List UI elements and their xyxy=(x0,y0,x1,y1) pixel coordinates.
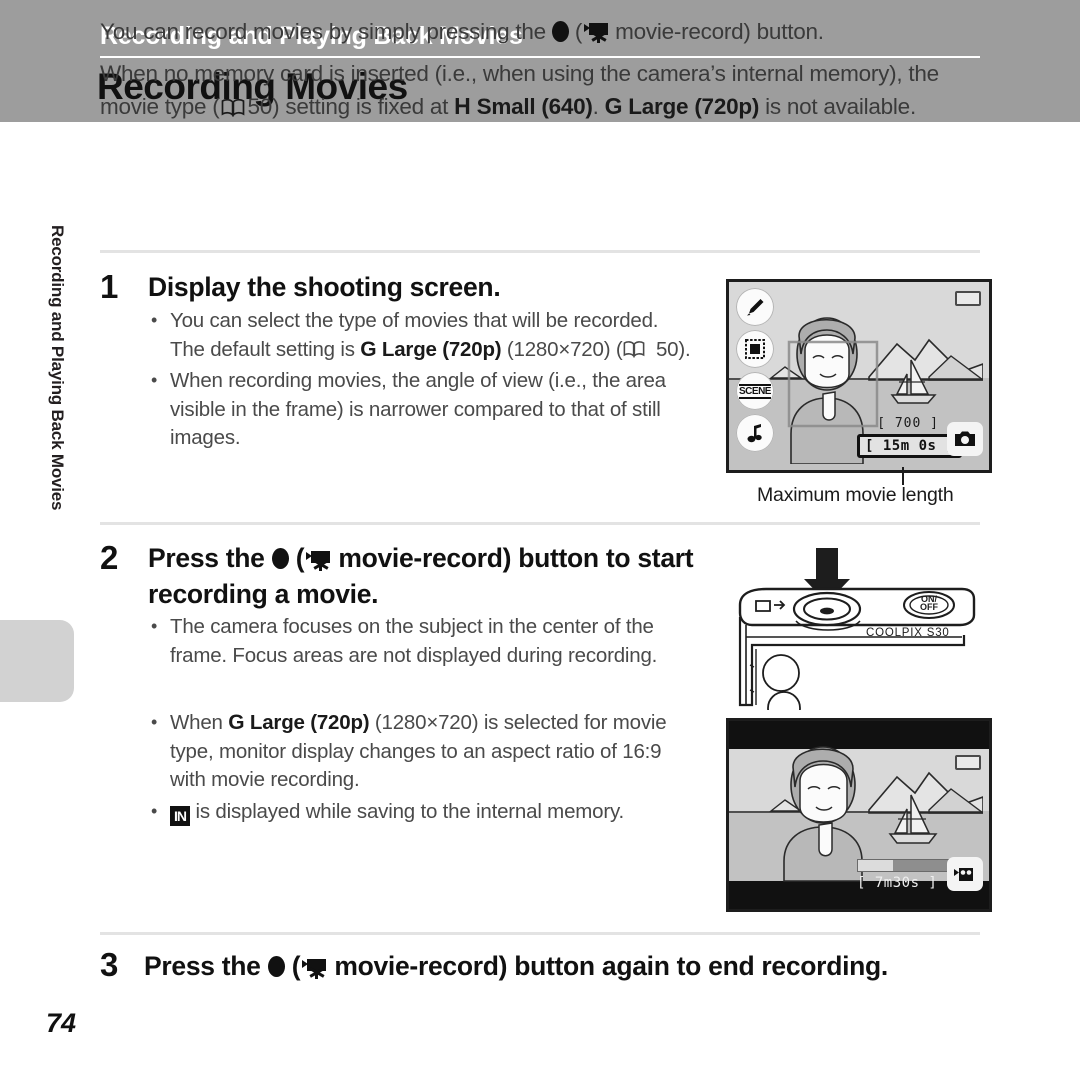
elapsed-time-value: [ 7m30s ] xyxy=(857,875,938,891)
music-note-icon[interactable] xyxy=(736,414,774,452)
step3-heading-a: Press the xyxy=(144,951,268,981)
list-item: You can select the type of movies that w… xyxy=(148,306,693,364)
shutter-mode-icon[interactable] xyxy=(947,422,983,456)
battery-icon xyxy=(955,755,981,770)
power-label-off: OFF xyxy=(920,602,938,612)
step3-heading-b: ( xyxy=(284,951,301,981)
small-size-icon: H xyxy=(454,93,471,119)
intro-paragraph-1: You can record movies by simply pressing… xyxy=(100,15,990,48)
step1-b2-text: When recording movies, the angle of view… xyxy=(170,369,666,449)
step2-b1-text: The camera focuses on the subject in the… xyxy=(170,615,658,667)
intro-text-1c: movie-record) button. xyxy=(609,19,824,44)
scene-icon[interactable]: SCENE xyxy=(736,372,774,410)
record-button-icon xyxy=(551,21,569,42)
landscape-illustration xyxy=(729,746,983,882)
movie-mode-icon[interactable] xyxy=(947,857,983,891)
decorate-icon[interactable] xyxy=(736,288,774,326)
large-size-icon: G xyxy=(604,93,623,119)
step-1-heading: Display the shooting screen. xyxy=(148,272,501,302)
list-item: IN is displayed while saving to the inte… xyxy=(148,797,696,827)
step2-b3-text: is displayed while saving to the interna… xyxy=(190,799,624,823)
recording-screen-monitor: [ 7m30s ] xyxy=(726,718,992,912)
record-button-icon xyxy=(271,548,289,569)
intro-block: You can record movies by simply pressing… xyxy=(100,15,990,123)
intro-ref-page: 50 xyxy=(247,94,273,119)
internal-memory-icon: IN xyxy=(170,805,190,826)
intro-text-1b: ( xyxy=(568,19,583,44)
frame-icon[interactable] xyxy=(736,330,774,368)
large-size-icon: G xyxy=(360,337,377,361)
intro-text-2b: ) setting is fixed at xyxy=(272,94,455,119)
side-tab-marker xyxy=(0,620,74,702)
intro-text-1a: You can record movies by simply pressing… xyxy=(100,19,552,44)
movie-record-icon xyxy=(302,959,327,979)
movie-record-icon xyxy=(584,23,609,43)
step3-heading-c: movie-record) button again to end record… xyxy=(327,951,888,981)
power-button-label[interactable]: ON/ OFF xyxy=(910,595,948,612)
large-size-label: Large (720p) xyxy=(628,94,760,119)
small-size-label: Small (640) xyxy=(476,94,593,119)
step1-b1-text-b: (1280×720) ( xyxy=(501,337,623,361)
large-size-icon: G xyxy=(228,711,245,734)
step2-heading-b: ( xyxy=(288,543,305,573)
step-2-bullets-lower: When G Large (720p) (1280×720) is select… xyxy=(148,708,696,829)
step-2-bullets-upper: The camera focuses on the subject in the… xyxy=(148,612,693,673)
step-3-number: 3 xyxy=(100,946,119,983)
list-item: The camera focuses on the subject in the… xyxy=(148,612,693,670)
divider-above-step-2 xyxy=(100,522,980,525)
scene-label: SCENE xyxy=(739,383,771,399)
step-3-heading: Press the ( movie-record) button again t… xyxy=(144,948,984,984)
intro-text-2c: . xyxy=(592,94,605,119)
camera-body-illustration: ON/ OFF COOLPIX S30 xyxy=(726,545,986,725)
reference-book-icon xyxy=(623,340,647,359)
battery-icon xyxy=(955,291,981,306)
divider-above-step-1 xyxy=(100,250,980,253)
step-2-heading: Press the ( movie-record) button to star… xyxy=(148,540,703,612)
reference-book-icon xyxy=(221,98,245,117)
step1-ref-page: 50 xyxy=(655,337,679,361)
step-2-number: 2 xyxy=(100,539,119,576)
record-button-icon xyxy=(267,956,285,977)
step1-b1-text-c: ). xyxy=(678,337,691,361)
step2-b2-text-b: (1280×720) is selected for movie type, m… xyxy=(170,711,667,791)
step2-heading-a: Press the xyxy=(148,543,272,573)
camera-model-label: COOLPIX S30 xyxy=(866,627,950,639)
list-item: When recording movies, the angle of view… xyxy=(148,366,693,453)
page-number: 74 xyxy=(46,1008,77,1038)
recording-progress-bar xyxy=(857,859,951,872)
shooting-screen-monitor: SCENE [ 700 ] [ 15m 0s ] xyxy=(726,279,992,473)
large-size-label: Large (720p) xyxy=(381,337,502,361)
caption-callout-line xyxy=(902,467,904,485)
large-size-label: Large (720p) xyxy=(249,711,370,734)
step-1-number: 1 xyxy=(100,268,119,305)
intro-paragraph-2: When no memory card is inserted (i.e., w… xyxy=(100,57,990,123)
intro-text-2d: is not available. xyxy=(759,94,916,119)
side-tab-label: Recording and Playing Back Movies xyxy=(48,225,67,511)
progress-fill xyxy=(858,860,893,871)
list-item: When G Large (720p) (1280×720) is select… xyxy=(148,708,696,795)
step2-b2-text-a: When xyxy=(170,711,229,734)
step-1-bullets: You can select the type of movies that w… xyxy=(148,306,693,456)
monitor-caption: Maximum movie length xyxy=(757,484,954,506)
shots-remaining-value: [ 700 ] xyxy=(877,416,939,431)
divider-above-step-3 xyxy=(100,932,980,935)
movie-record-icon xyxy=(306,551,331,571)
